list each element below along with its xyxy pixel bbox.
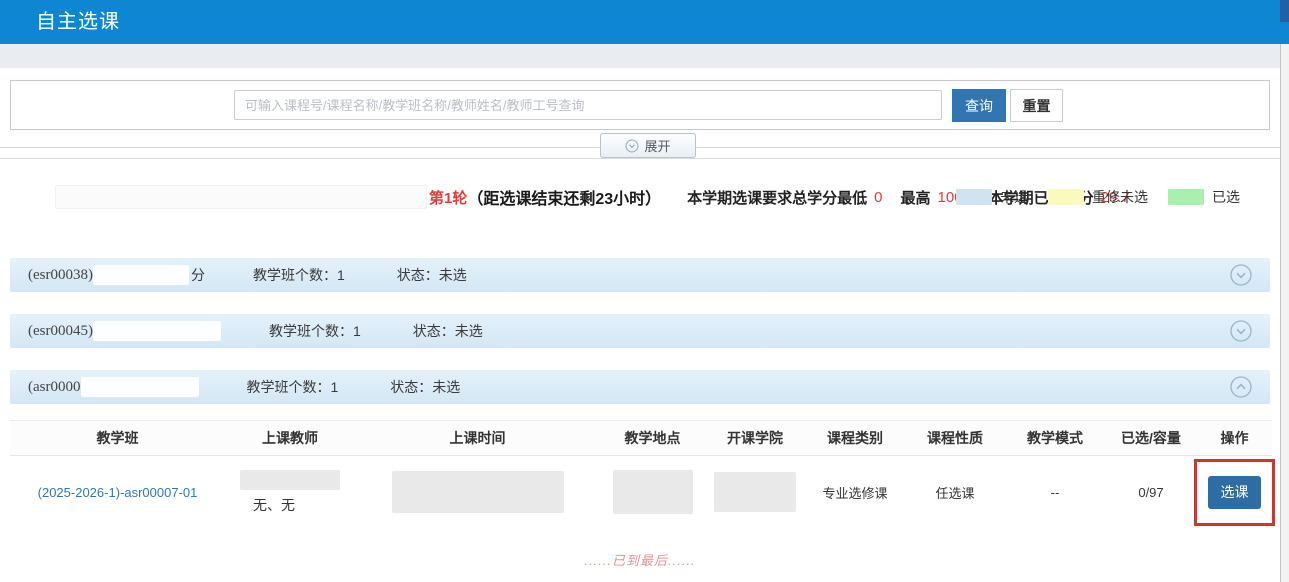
column-header-location: 教学地点 [600, 428, 705, 448]
expand-tab-label: 展开 [644, 136, 670, 155]
query-button[interactable]: 查询 [952, 89, 1006, 122]
legend-label: 已选 [1212, 187, 1240, 207]
redacted-course-name [81, 377, 199, 397]
reset-button[interactable]: 重置 [1010, 89, 1063, 122]
teacher-name: 无、无 [253, 495, 295, 515]
redacted-course-name [93, 321, 221, 341]
search-input[interactable] [234, 90, 942, 120]
group-status: 状态：未选 [390, 377, 460, 397]
page-title: 自主选课 [36, 0, 120, 44]
select-course-button[interactable]: 选课 [1208, 476, 1261, 509]
course-selection-page: 自主选课 查询 重置 展开 第1轮 （距选课结束还剩23小时） 本学期选课要求总… [0, 0, 1289, 582]
group-status: 状态：未选 [413, 321, 483, 341]
redacted-teacher-info [240, 470, 340, 490]
annotation-highlight-box: 选课 [1194, 459, 1275, 526]
chevron-up-circle-icon[interactable] [1230, 376, 1252, 398]
column-header-college: 开课学院 [705, 428, 805, 448]
class-count: 教学班个数：1 [253, 265, 345, 285]
header-gap [0, 44, 1289, 68]
legend-label: 未选 [1000, 187, 1028, 207]
legend-item-unselected: 未选 [956, 187, 1028, 207]
search-panel: 查询 重置 [10, 80, 1270, 130]
column-header-mode: 教学模式 [1005, 428, 1105, 448]
legend-label: 重修未选 [1092, 187, 1148, 207]
group-status: 状态：未选 [397, 265, 467, 285]
course-group-row[interactable]: (asr0000 教学班个数：1 状态：未选 [10, 370, 1270, 404]
redacted-class-time [392, 471, 564, 513]
min-credit-value: 0 [874, 189, 882, 206]
legend-item-retake-unselected: 重修未选 [1048, 187, 1148, 207]
max-credit-label: 最高 [901, 187, 931, 208]
class-count: 教学班个数：1 [269, 321, 361, 341]
notice-bar: 第1轮 （距选课结束还剩23小时） 本学期选课要求总学分最低 0 最高 100 … [0, 158, 1280, 238]
chevron-down-circle-icon [625, 139, 639, 153]
expand-tab[interactable]: 展开 [600, 133, 696, 158]
column-header-category: 课程类别 [805, 428, 905, 448]
chevron-down-circle-icon[interactable] [1230, 264, 1252, 286]
course-code: (esr00045) [28, 323, 93, 340]
column-header-time: 上课时间 [355, 428, 600, 448]
chevron-down-circle-icon[interactable] [1230, 320, 1252, 342]
course-group-row[interactable]: (esr00038) 分 教学班个数：1 状态：未选 [10, 258, 1270, 292]
redacted-location [613, 470, 693, 514]
column-header-nature: 课程性质 [905, 428, 1005, 448]
unselected-color-swatch [956, 189, 992, 205]
class-count: 教学班个数：1 [247, 377, 339, 397]
scrollbar-cap [1280, 0, 1289, 22]
column-header-capacity: 已选/容量 [1105, 428, 1197, 448]
course-nature: 任选课 [905, 483, 1005, 502]
round-label: 第1轮 [429, 187, 467, 208]
end-of-list-text: ......已到最后...... [0, 550, 1280, 569]
column-header-action: 操作 [1197, 428, 1272, 448]
redacted-round-info [55, 185, 427, 209]
column-header-class: 教学班 [10, 428, 225, 448]
class-id-link[interactable]: (2025-2026-1)-asr00007-01 [38, 485, 198, 500]
course-group-row[interactable]: (esr00045) 教学班个数：1 状态：未选 [10, 314, 1270, 348]
retake-unselected-color-swatch [1048, 189, 1084, 205]
teaching-mode: -- [1005, 485, 1105, 500]
legend: 未选 重修未选 已选 [956, 187, 1240, 207]
selected-color-swatch [1168, 189, 1204, 205]
scrollbar[interactable] [1280, 44, 1289, 582]
course-code: (asr0000 [28, 379, 81, 396]
table-row: (2025-2026-1)-asr00007-01 无、无 专业选修课 任选课 … [10, 456, 1272, 528]
countdown-label: （距选课结束还剩23小时） [467, 185, 661, 209]
credit-requirement-label: 本学期选课要求总学分最低 [687, 187, 867, 208]
column-header-teacher: 上课教师 [225, 428, 355, 448]
table-header: 教学班 上课教师 上课时间 教学地点 开课学院 课程类别 课程性质 教学模式 已… [10, 420, 1272, 456]
capacity-value: 0/97 [1105, 485, 1197, 500]
legend-item-selected: 已选 [1168, 187, 1240, 207]
redacted-college [714, 472, 796, 512]
app-header: 自主选课 [0, 0, 1289, 44]
credit-suffix: 分 [191, 265, 205, 285]
course-code: (esr00038) [28, 267, 93, 284]
course-category: 专业选修课 [805, 483, 905, 502]
redacted-course-name [93, 265, 189, 285]
